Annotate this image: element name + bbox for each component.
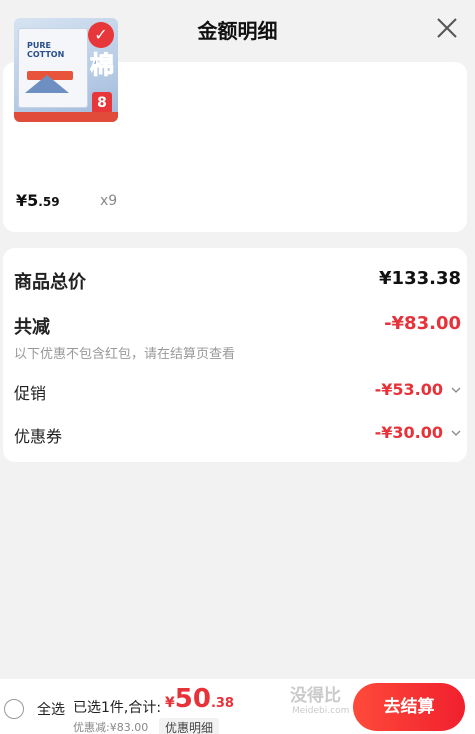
product-price: ¥5.59 xyxy=(16,191,60,210)
reduce-label: 共减 xyxy=(14,317,50,338)
chevron-down-icon[interactable] xyxy=(451,386,461,394)
discount-detail-link[interactable]: 优惠明细 xyxy=(159,718,220,734)
total-sum: ¥50.38 xyxy=(165,684,234,714)
coupon-label: 优惠券 xyxy=(14,427,63,446)
product-item[interactable]: PURE COTTON ✓ 棉 8 xyxy=(14,18,118,186)
selected-count: 已选1件,合计: xyxy=(73,700,162,716)
product-image: PURE COTTON ✓ 棉 8 xyxy=(14,18,118,122)
promo-label: 促销 xyxy=(14,384,47,403)
discount-note: 以下优惠不包含红包，请在结算页查看 xyxy=(14,347,236,362)
coupon-value: -¥30.00 xyxy=(374,423,443,442)
total-label: 商品总价 xyxy=(14,272,86,293)
watermark: 没得比 xyxy=(290,686,341,706)
check-icon: ✓ xyxy=(88,22,114,48)
reduce-value: -¥83.00 xyxy=(384,313,461,334)
watermark-sub: Meidebi.com xyxy=(292,706,350,716)
select-all-radio[interactable] xyxy=(4,699,24,719)
checkout-bar: 全选 已选1件,合计: ¥50.38 优惠减:¥83.00 优惠明细 去结算 xyxy=(0,679,475,734)
chevron-down-icon[interactable] xyxy=(451,429,461,437)
product-quantity: x9 xyxy=(100,193,118,209)
promo-value: -¥53.00 xyxy=(374,380,443,399)
reduce-summary: 优惠减:¥83.00 xyxy=(73,721,149,734)
close-icon[interactable] xyxy=(435,16,459,40)
select-all-label[interactable]: 全选 xyxy=(37,699,65,719)
checkout-button[interactable]: 去结算 xyxy=(353,683,465,731)
total-value: ¥133.38 xyxy=(379,268,461,289)
